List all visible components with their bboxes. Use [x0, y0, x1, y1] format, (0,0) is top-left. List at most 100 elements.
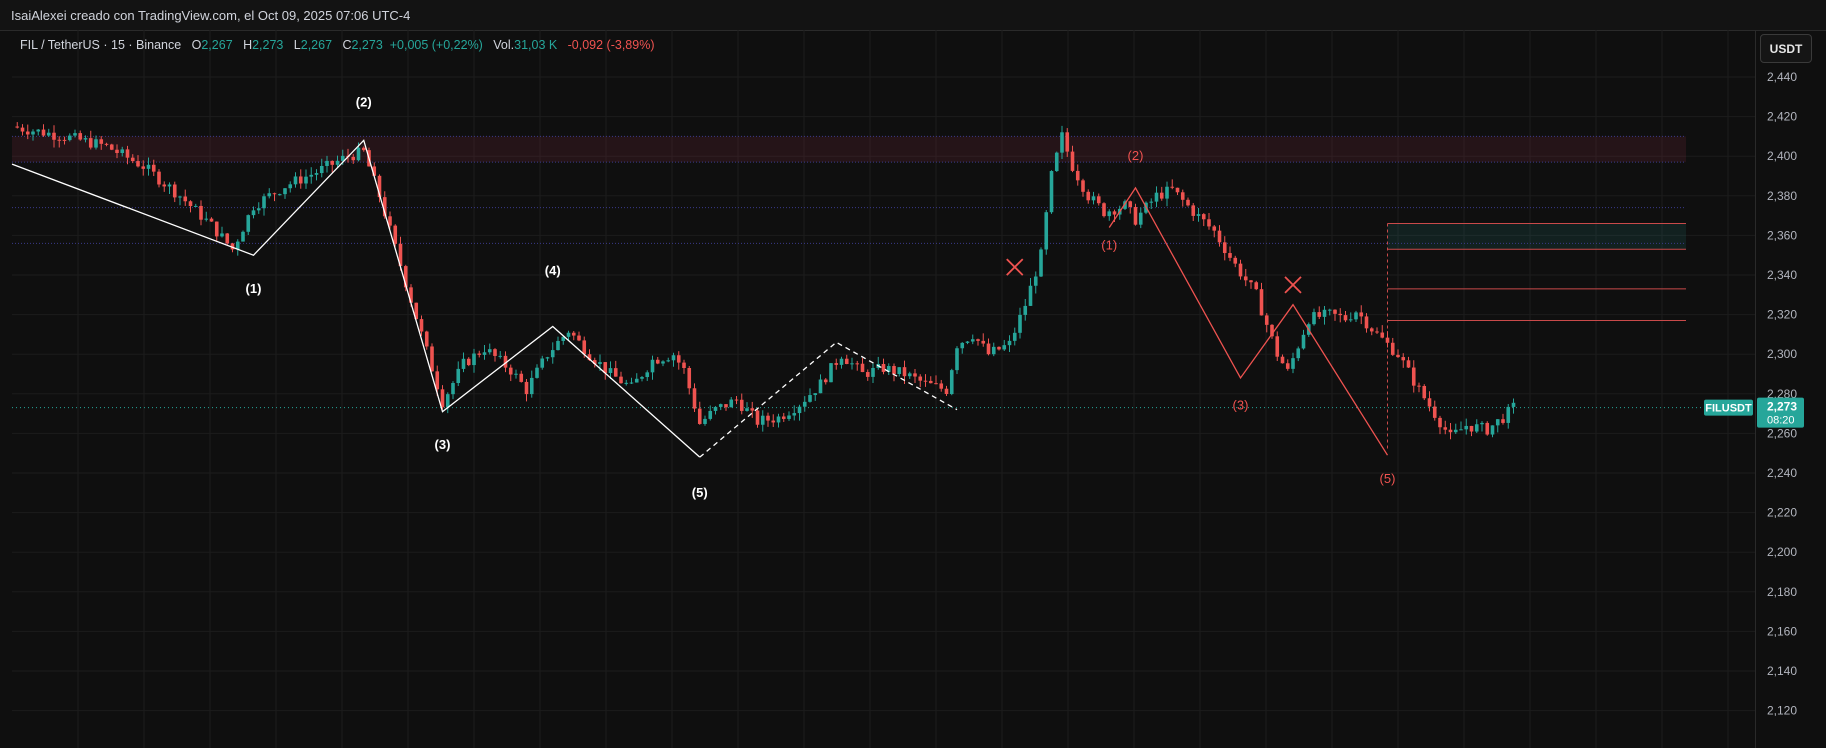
candle-body: [325, 160, 329, 166]
candle-body: [78, 133, 83, 140]
candle-body: [1002, 345, 1007, 350]
candle-body: [1060, 132, 1064, 153]
candle-body: [829, 363, 833, 383]
candle-body: [1133, 207, 1138, 225]
candle-body: [1285, 363, 1290, 369]
candle-body: [981, 340, 986, 344]
candle-body: [477, 353, 482, 355]
candle-body: [1222, 242, 1227, 254]
candle-body: [1086, 191, 1091, 201]
candle-body: [115, 149, 119, 153]
candle-body: [225, 233, 230, 244]
candle-body: [1039, 249, 1043, 277]
wave-label: (2): [356, 95, 372, 110]
candle-body: [645, 372, 650, 378]
candle-body: [1028, 285, 1033, 306]
candle-body: [419, 319, 424, 332]
candle-body: [330, 160, 335, 165]
candle-body: [1459, 429, 1463, 431]
candle-body: [1070, 151, 1075, 171]
target-box-fill: [1387, 223, 1686, 250]
candle-body: [293, 176, 298, 185]
candle-body: [1406, 360, 1411, 368]
candle-body: [997, 346, 1001, 350]
price-chart[interactable]: (1)(2)(3)(4)(5)(1)(2)(3)(5) 2,4402,4202,…: [0, 0, 1826, 748]
wave-label: (4): [545, 263, 561, 278]
candle-body: [1018, 314, 1022, 333]
candle-body: [1054, 152, 1059, 172]
candle-body: [472, 353, 476, 366]
candle-body: [1333, 309, 1337, 314]
candle-body: [619, 376, 623, 384]
candle-body: [787, 415, 791, 419]
candle-body: [514, 373, 518, 375]
legend-symbol[interactable]: FIL / TetherUS · 15 · Binance: [20, 38, 181, 52]
candle-body: [1380, 332, 1385, 338]
candle-body: [692, 388, 697, 409]
candle-body: [1354, 312, 1358, 320]
candle-body: [272, 193, 277, 195]
wave-label: (5): [692, 485, 708, 500]
candle-body: [535, 367, 539, 378]
candle-body: [566, 332, 571, 337]
candle-body: [440, 389, 445, 408]
candle-body: [256, 208, 261, 211]
candle-body: [1348, 319, 1353, 321]
candle-body: [1159, 192, 1164, 199]
candle-body: [802, 401, 807, 407]
candle-body: [545, 357, 550, 359]
candle-body: [1201, 214, 1206, 220]
candle-body: [1138, 212, 1143, 225]
candle-body: [424, 331, 429, 347]
candle-body: [94, 139, 98, 148]
candle-body: [1023, 305, 1028, 315]
candle-body: [283, 188, 287, 195]
candle-body: [146, 164, 151, 169]
candle-body: [220, 233, 224, 237]
candle-body: [52, 132, 56, 140]
candle-body: [1312, 312, 1316, 325]
candle-body: [1480, 422, 1484, 425]
candle-body: [1490, 425, 1495, 435]
legend-low-label: L: [293, 38, 301, 52]
candle-body: [1469, 425, 1474, 432]
candle-body: [36, 129, 41, 132]
candle-body: [834, 363, 839, 365]
candle-body: [1369, 328, 1374, 332]
wave-label: (3): [435, 437, 451, 452]
candle-body: [1065, 132, 1070, 152]
candle-body: [1243, 276, 1248, 281]
candle-body: [1081, 180, 1085, 192]
candle-body: [1264, 315, 1269, 325]
candle-body: [755, 410, 760, 425]
candle-body: [351, 156, 356, 161]
candle-body: [487, 349, 492, 353]
candle-body: [991, 346, 996, 355]
candle-body: [634, 378, 639, 383]
currency-button[interactable]: USDT: [1760, 34, 1812, 63]
legend-volume-label: Vol.: [493, 38, 515, 52]
candle-body: [939, 383, 944, 389]
legend-day-change: -0,092 (-3,89%): [567, 38, 655, 52]
candle-body: [393, 225, 398, 244]
candle-body: [519, 373, 524, 382]
candle-body: [1128, 201, 1133, 208]
wave-label: (5): [1380, 471, 1396, 486]
candle-body: [986, 343, 991, 355]
candle-body: [540, 358, 545, 368]
candle-body: [482, 352, 487, 355]
wave-label: (1): [1101, 237, 1117, 252]
candle-body: [949, 370, 954, 395]
candle-body: [682, 362, 686, 368]
candle-body: [1170, 186, 1175, 188]
candle-body: [31, 131, 35, 135]
price-scale[interactable]: [1755, 30, 1826, 748]
wave-label: (1): [246, 281, 262, 296]
candle-body: [965, 341, 970, 343]
candle-body: [1154, 192, 1159, 202]
candle-body: [1359, 312, 1364, 317]
symbol-legend: FIL / TetherUS · 15 · Binance O2,267 H2,…: [20, 38, 655, 52]
legend-high-label: H: [243, 38, 253, 52]
legend-close: 2,273: [351, 38, 383, 52]
candle-body: [1411, 367, 1416, 386]
